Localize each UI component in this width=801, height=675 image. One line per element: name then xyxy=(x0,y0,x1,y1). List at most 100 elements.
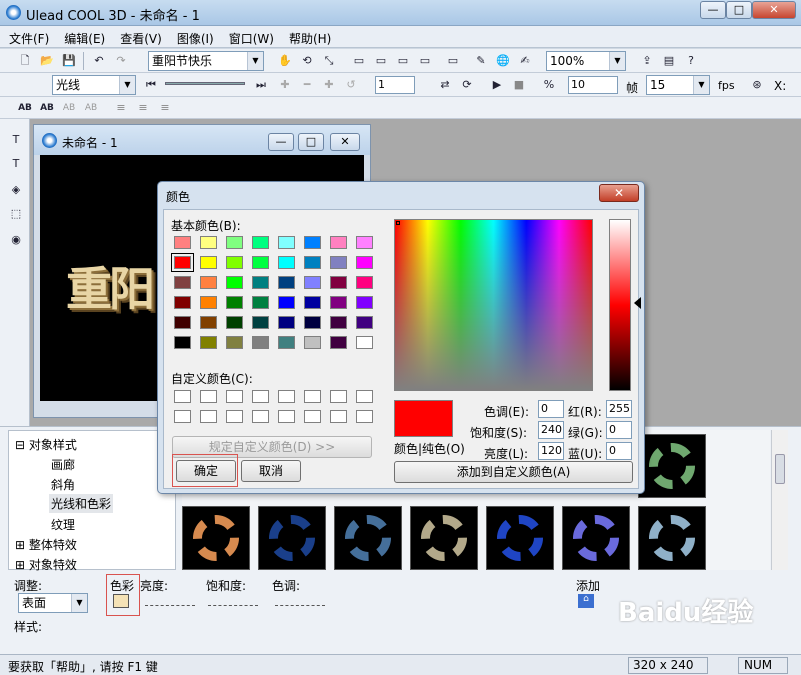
custom-color-slot[interactable] xyxy=(278,390,295,403)
tree-item-texture[interactable]: 纹理 xyxy=(51,516,75,533)
basic-color-swatch[interactable] xyxy=(330,276,347,289)
basic-color-swatch[interactable] xyxy=(278,336,295,349)
open-folder-icon[interactable]: 📂 xyxy=(38,52,56,70)
custom-color-slot[interactable] xyxy=(174,410,191,423)
basic-color-swatch[interactable] xyxy=(330,256,347,269)
first-frame-icon[interactable]: ⏮ xyxy=(142,76,160,94)
basic-color-swatch[interactable] xyxy=(174,316,191,329)
basic-color-swatch[interactable] xyxy=(278,296,295,309)
adjust-combo[interactable]: 表面 ▼ xyxy=(18,593,88,613)
fps-combo[interactable]: 15 ▼ xyxy=(646,75,710,95)
custom-color-slot[interactable] xyxy=(174,390,191,403)
basic-color-swatch[interactable] xyxy=(356,236,373,249)
preset-thumbnail[interactable] xyxy=(638,434,706,498)
edit-text-icon[interactable]: T xyxy=(7,155,25,173)
align-left-icon[interactable]: ≡ xyxy=(112,99,130,117)
basic-color-swatch[interactable] xyxy=(200,236,217,249)
basic-color-swatch[interactable] xyxy=(252,256,269,269)
custom-color-slot[interactable] xyxy=(356,410,373,423)
hand-tool-icon[interactable]: ✋ xyxy=(276,52,294,70)
basic-color-swatch[interactable] xyxy=(226,276,243,289)
tree-item-light-color[interactable]: 光线和色彩 xyxy=(49,494,114,513)
basic-color-swatch[interactable] xyxy=(330,316,347,329)
help-pointer-icon[interactable]: ? xyxy=(682,52,700,70)
object-view5-icon[interactable]: ▭ xyxy=(444,52,462,70)
stop-icon[interactable]: ■ xyxy=(510,76,528,94)
reverse-icon[interactable]: ↺ xyxy=(342,76,360,94)
remove-frame-icon[interactable]: ━ xyxy=(298,76,316,94)
luminance-field[interactable]: 120 xyxy=(538,442,564,460)
basic-color-swatch[interactable] xyxy=(226,256,243,269)
basic-color-swatch[interactable] xyxy=(304,336,321,349)
basic-color-swatch[interactable] xyxy=(226,316,243,329)
basic-color-swatch[interactable] xyxy=(252,296,269,309)
brightness-slider[interactable] xyxy=(145,596,195,606)
dialog-close-button[interactable]: ✕ xyxy=(599,184,639,202)
preset-thumbnail[interactable] xyxy=(486,506,554,570)
basic-color-swatch[interactable] xyxy=(171,253,194,272)
redo-icon[interactable]: ↷ xyxy=(112,52,130,70)
tree-item-object-effects[interactable]: ⊞ 对象特效 xyxy=(15,556,77,573)
custom-color-slot[interactable] xyxy=(200,390,217,403)
basic-color-swatch[interactable] xyxy=(252,236,269,249)
basic-color-swatch[interactable] xyxy=(356,276,373,289)
basic-color-swatch[interactable] xyxy=(174,296,191,309)
basic-color-swatch[interactable] xyxy=(226,296,243,309)
shape-icon[interactable]: ◉ xyxy=(7,231,25,249)
brush-icon[interactable]: ✎ xyxy=(472,52,490,70)
basic-color-swatch[interactable] xyxy=(278,316,295,329)
preset-thumbnail[interactable] xyxy=(410,506,478,570)
doc-close-button[interactable]: ✕ xyxy=(330,133,360,151)
preset-thumbnail[interactable] xyxy=(638,506,706,570)
maximize-button[interactable]: □ xyxy=(726,1,752,19)
saturation-slider[interactable] xyxy=(208,596,258,606)
text-style3-icon[interactable]: AB xyxy=(60,99,78,117)
minimize-button[interactable]: — xyxy=(700,1,726,19)
blue-field[interactable]: 0 xyxy=(606,442,632,460)
tree-item-global-effects[interactable]: ⊞ 整体特效 xyxy=(15,536,77,553)
align-center-icon[interactable]: ≡ xyxy=(134,99,152,117)
insert-text-icon[interactable]: T xyxy=(7,131,25,149)
menu-edit[interactable]: 编辑(E) xyxy=(55,26,111,47)
object-view2-icon[interactable]: ▭ xyxy=(372,52,390,70)
size-tool-icon[interactable]: ⤡ xyxy=(320,52,338,70)
custom-color-slot[interactable] xyxy=(330,390,347,403)
cycle-icon[interactable]: ⟳ xyxy=(458,76,476,94)
preset-thumbnail[interactable] xyxy=(562,506,630,570)
basic-color-swatch[interactable] xyxy=(200,296,217,309)
basic-color-swatch[interactable] xyxy=(252,276,269,289)
custom-color-slot[interactable] xyxy=(226,390,243,403)
position-icon[interactable]: ⊛ xyxy=(748,76,766,94)
preset-thumbnail[interactable] xyxy=(334,506,402,570)
custom-color-slot[interactable] xyxy=(278,410,295,423)
last-frame-icon[interactable]: ⏭ xyxy=(252,76,270,94)
preset-thumbnail[interactable] xyxy=(182,506,250,570)
expand-icon[interactable]: ⊞ xyxy=(15,558,25,572)
luminance-arrow-icon[interactable] xyxy=(634,297,641,309)
insert-geometry-icon[interactable]: ◈ xyxy=(7,181,25,199)
basic-color-swatch[interactable] xyxy=(304,256,321,269)
close-button[interactable]: ✕ xyxy=(752,1,796,19)
basic-color-swatch[interactable] xyxy=(356,336,373,349)
custom-color-slot[interactable] xyxy=(200,410,217,423)
menu-window[interactable]: 窗口(W) xyxy=(220,26,280,47)
custom-color-slot[interactable] xyxy=(304,390,321,403)
text-style4-icon[interactable]: AB xyxy=(82,99,100,117)
select-object-icon[interactable]: ⬚ xyxy=(7,205,25,223)
add-icon[interactable]: ⌂ xyxy=(578,594,594,608)
basic-color-swatch[interactable] xyxy=(252,316,269,329)
custom-color-slot[interactable] xyxy=(226,410,243,423)
basic-color-swatch[interactable] xyxy=(356,256,373,269)
basic-color-swatch[interactable] xyxy=(304,236,321,249)
add-frame-icon[interactable]: ✚ xyxy=(276,76,294,94)
basic-color-swatch[interactable] xyxy=(356,316,373,329)
rotate-tool-icon[interactable]: ⟲ xyxy=(298,52,316,70)
tree-item-object-style[interactable]: ⊟ 对象样式 xyxy=(15,436,77,453)
color-spectrum[interactable] xyxy=(394,219,593,391)
custom-color-slot[interactable] xyxy=(304,410,321,423)
save-icon[interactable]: 💾 xyxy=(60,52,78,70)
basic-color-swatch[interactable] xyxy=(330,236,347,249)
basic-color-swatch[interactable] xyxy=(200,336,217,349)
play-icon[interactable]: ▶ xyxy=(488,76,506,94)
expand-icon[interactable]: ⊞ xyxy=(15,538,25,552)
